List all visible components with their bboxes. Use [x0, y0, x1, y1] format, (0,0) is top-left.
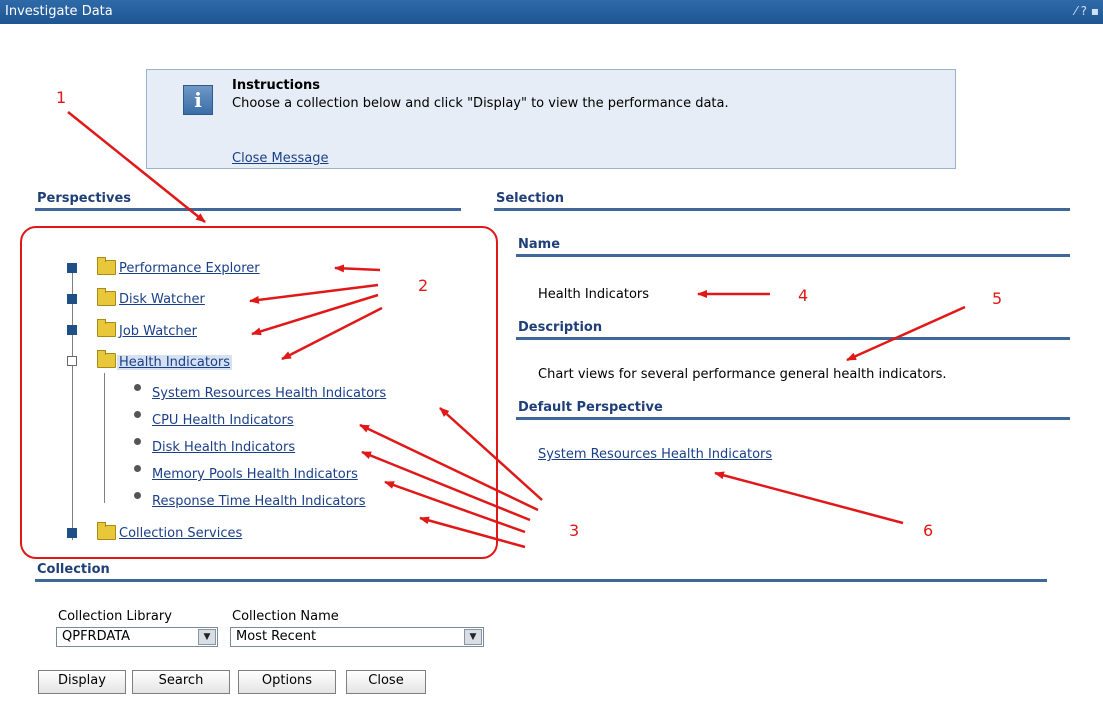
instructions-box: i Instructions Choose a collection below… [146, 69, 956, 169]
search-button[interactable]: Search [132, 670, 230, 694]
selection-name-value: Health Indicators [538, 287, 650, 302]
collection-library-select[interactable]: QPFRDATA ▼ [56, 627, 218, 647]
default-perspective-rule [516, 417, 1070, 420]
name-heading: Name [518, 237, 561, 252]
annotation-number-4: 4 [798, 286, 809, 305]
selection-heading: Selection [496, 191, 565, 206]
default-perspective-heading: Default Perspective [518, 400, 663, 415]
window-title: Investigate Data [5, 4, 113, 19]
annotation-number-5: 5 [992, 289, 1003, 308]
collection-rule [35, 579, 1047, 582]
annotation-number-2: 2 [418, 276, 429, 295]
close-button[interactable]: Close [346, 670, 426, 694]
annotation-arrow-5 [846, 305, 966, 362]
annotation-number-3: 3 [569, 521, 580, 540]
annotation-number-1: 1 [56, 88, 67, 107]
chevron-down-icon[interactable]: ▼ [198, 629, 216, 645]
close-message-link[interactable]: Close Message [232, 151, 329, 166]
annotation-number-6: 6 [923, 521, 934, 540]
selection-rule [494, 208, 1070, 211]
window-tools-icon[interactable]: ⁄ ? ▪ [1075, 4, 1099, 18]
selection-description-value: Chart views for several performance gene… [538, 367, 947, 382]
display-button[interactable]: Display [38, 670, 126, 694]
instructions-text: Choose a collection below and click "Dis… [232, 96, 729, 111]
description-rule [516, 337, 1070, 340]
perspectives-rule [35, 208, 461, 211]
collection-library-value: QPFRDATA [62, 629, 131, 644]
collection-name-value: Most Recent [236, 629, 317, 644]
chevron-down-icon[interactable]: ▼ [464, 629, 482, 645]
default-perspective-link[interactable]: System Resources Health Indicators [538, 447, 772, 462]
window-title-bar: Investigate Data ⁄ ? ▪ [0, 0, 1103, 24]
collection-heading: Collection [37, 562, 110, 577]
collection-name-label: Collection Name [232, 609, 339, 624]
name-rule [516, 254, 1070, 257]
instructions-title: Instructions [232, 78, 321, 93]
info-icon: i [183, 85, 213, 115]
annotation-arrow-6 [714, 471, 904, 525]
collection-name-select[interactable]: Most Recent ▼ [230, 627, 484, 647]
options-button[interactable]: Options [238, 670, 336, 694]
collection-library-label: Collection Library [58, 609, 172, 624]
perspectives-heading: Perspectives [37, 191, 132, 206]
description-heading: Description [518, 320, 603, 335]
